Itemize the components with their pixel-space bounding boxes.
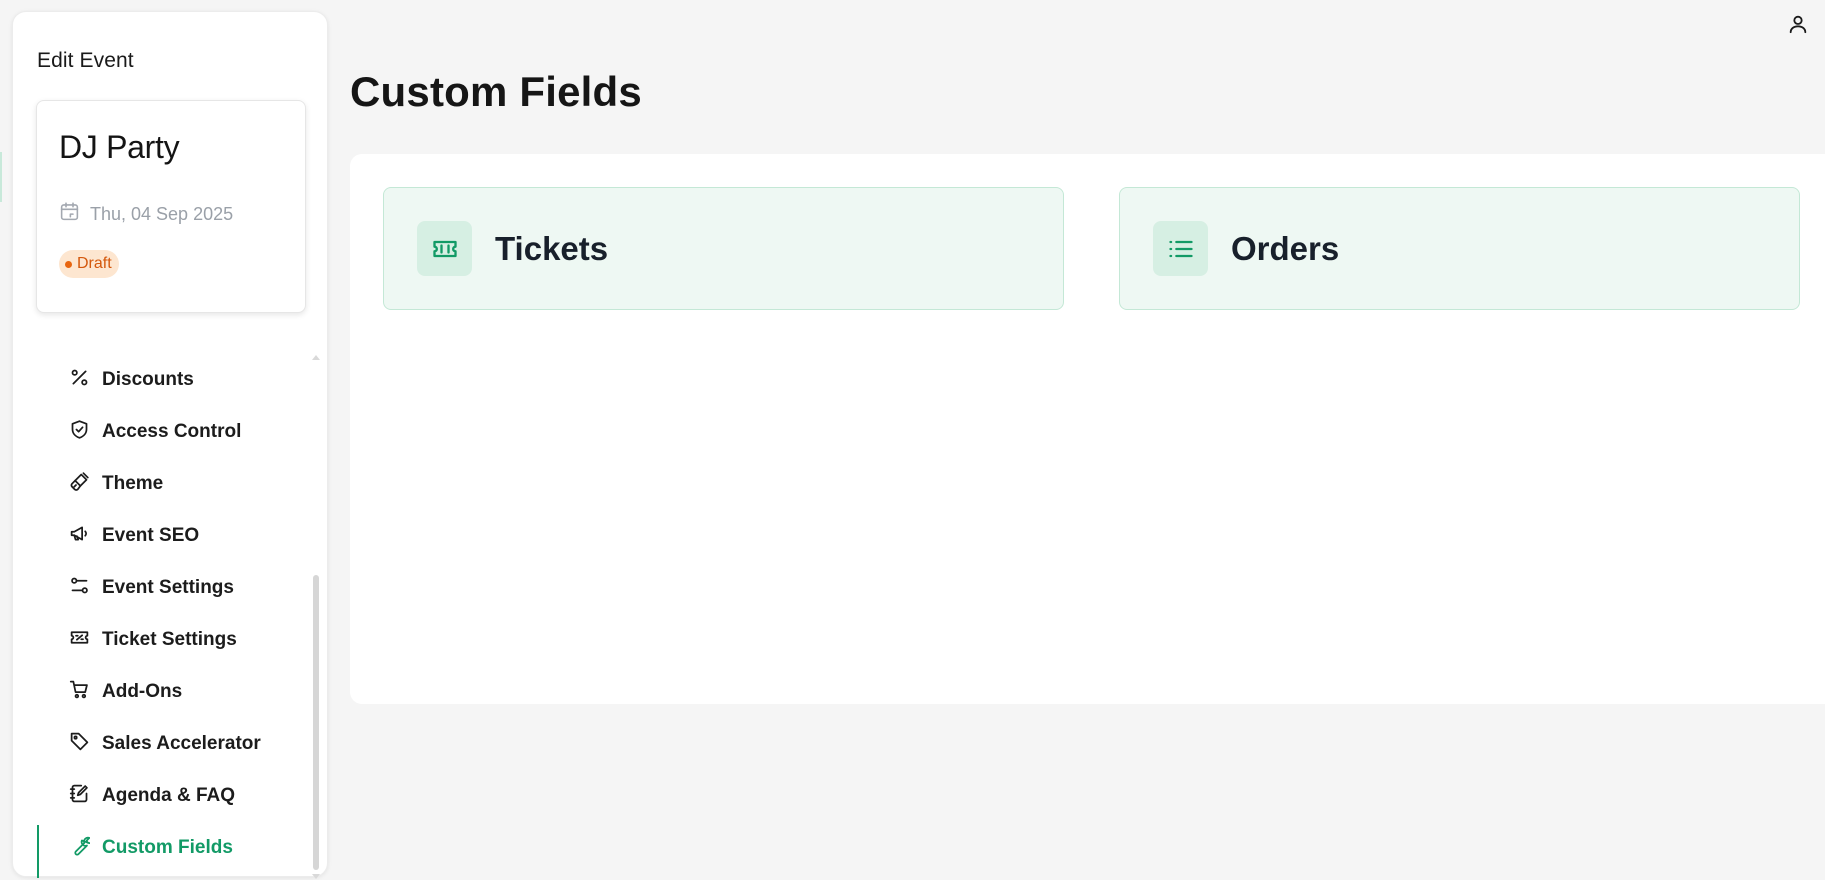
notebook-pen-icon: [69, 783, 90, 809]
sidebar-item-label: Custom Fields: [102, 837, 233, 858]
edge-accent: [0, 152, 2, 202]
scroll-down-arrow[interactable]: [312, 874, 320, 879]
orders-option-label: Orders: [1231, 229, 1340, 267]
paintbrush-icon: [69, 471, 90, 497]
sidebar-item-sales-accelerator[interactable]: Sales Accelerator: [37, 718, 307, 770]
status-dot: [65, 260, 72, 268]
event-card: DJ Party Thu, 04 Sep 2025 Draft: [36, 100, 306, 313]
sidebar-item-agenda-faq[interactable]: Agenda & FAQ: [37, 770, 307, 822]
sidebar-item-add-ons[interactable]: Add-Ons: [37, 666, 307, 718]
event-date: Thu, 04 Sep 2025: [90, 203, 234, 224]
wrench-icon: [69, 835, 91, 861]
shopping-cart-icon: [69, 679, 90, 705]
tickets-option-label: Tickets: [495, 229, 609, 267]
tag-icon: [69, 731, 90, 757]
sidebar-item-ticket-settings[interactable]: Ticket Settings: [37, 614, 307, 666]
sidebar-item-access-control[interactable]: Access Control: [37, 406, 307, 458]
sidebar-item-label: Event SEO: [102, 525, 200, 546]
sidebar-item-label: Event Settings: [102, 577, 234, 598]
sidebar-item-label: Ticket Settings: [102, 629, 237, 650]
sidebar-item-discounts[interactable]: Discounts: [37, 354, 307, 406]
sidebar-item-label: Discounts: [102, 369, 194, 390]
percent-icon: [69, 367, 90, 393]
custom-fields-panel: Tickets Orders: [350, 154, 1825, 704]
ticket-icon: [69, 627, 90, 653]
sidebar-item-label: Sales Accelerator: [102, 733, 261, 754]
sidebar-item-event-settings[interactable]: Event Settings: [37, 562, 307, 614]
sidebar-item-event-seo[interactable]: Event SEO: [37, 510, 307, 562]
sidebar-item-label: Agenda & FAQ: [102, 785, 236, 806]
sidebar-title: Edit Event: [37, 49, 134, 72]
megaphone-icon: [69, 523, 90, 549]
ticket-icon: [417, 221, 472, 276]
sidebar-item-custom-fields[interactable]: Custom Fields: [37, 822, 307, 878]
sidebar-nav: Discounts Access Control Theme Event SEO…: [37, 354, 307, 878]
page-title: Custom Fields: [350, 68, 642, 115]
status-text: Draft: [77, 255, 112, 272]
tickets-option-card[interactable]: Tickets: [383, 187, 1064, 310]
settings-sliders-icon: [69, 575, 90, 601]
sidebar: Edit Event DJ Party Thu, 04 Sep 2025 Dra…: [12, 11, 328, 879]
status-badge: Draft: [59, 250, 119, 278]
calendar-icon: [59, 201, 80, 227]
sidebar-item-label: Add-Ons: [102, 681, 183, 702]
shield-check-icon: [69, 419, 90, 445]
sidebar-item-theme[interactable]: Theme: [37, 458, 307, 510]
list-icon: [1153, 221, 1208, 276]
event-name: DJ Party: [59, 129, 180, 165]
event-date-row: Thu, 04 Sep 2025: [59, 201, 233, 227]
sidebar-item-label: Theme: [102, 473, 164, 494]
sidebar-scrollbar-thumb[interactable]: [313, 575, 319, 870]
orders-option-card[interactable]: Orders: [1119, 187, 1800, 310]
scroll-up-arrow[interactable]: [312, 355, 320, 360]
user-icon[interactable]: [1787, 13, 1809, 35]
sidebar-item-label: Access Control: [102, 421, 242, 442]
